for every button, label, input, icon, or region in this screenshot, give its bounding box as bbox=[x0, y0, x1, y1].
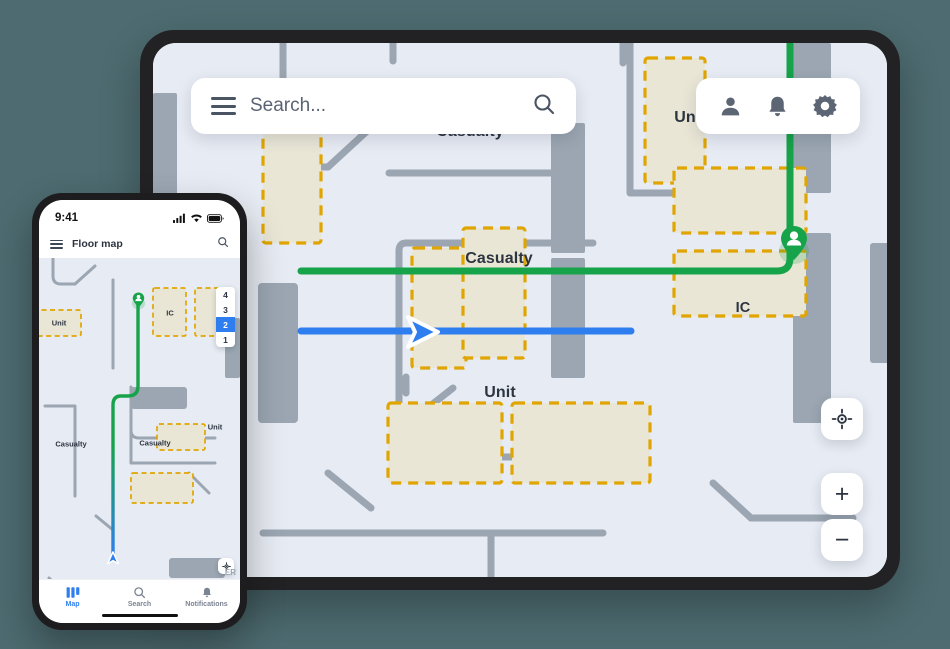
bell-icon[interactable] bbox=[765, 94, 790, 119]
floor-option-3[interactable]: 3 bbox=[216, 302, 235, 317]
nav-label: Search bbox=[127, 601, 152, 608]
room-label: Casualty bbox=[465, 250, 533, 267]
page-title: Floor map bbox=[72, 238, 123, 250]
nav-item-map[interactable]: Map bbox=[39, 586, 106, 608]
phone-device: 9:41 Floor map Unit IC Casualty Casualty… bbox=[32, 193, 247, 630]
room-label: Casualty bbox=[139, 438, 171, 448]
phone-screen: 9:41 Floor map Unit IC Casualty Casualty… bbox=[39, 200, 240, 623]
plus-icon: + bbox=[834, 479, 850, 508]
minus-icon: − bbox=[834, 525, 850, 554]
magnifier-icon[interactable] bbox=[217, 235, 229, 253]
floor-option-2[interactable]: 2 bbox=[216, 317, 235, 332]
zoom-out-button[interactable]: − bbox=[821, 519, 863, 561]
room-label: IC bbox=[735, 300, 751, 316]
search-icon bbox=[134, 587, 146, 599]
tablet-screen: Casualty Unit Casualty Unit IC Search... bbox=[153, 43, 887, 577]
phone-status-bar: 9:41 bbox=[39, 200, 240, 230]
room-label: Unit bbox=[51, 318, 67, 328]
nav-label: Notifications bbox=[185, 601, 228, 608]
zoom-in-button[interactable]: + bbox=[821, 473, 863, 515]
search-bar[interactable]: Search... bbox=[191, 78, 576, 134]
cellular-signal-icon bbox=[173, 213, 185, 223]
hamburger-icon[interactable] bbox=[50, 239, 63, 249]
nav-label: Map bbox=[65, 601, 80, 608]
home-indicator bbox=[101, 613, 178, 617]
status-time: 9:41 bbox=[55, 212, 79, 224]
top-actions-bar bbox=[696, 78, 860, 134]
bell-icon bbox=[202, 587, 211, 598]
locate-button[interactable] bbox=[821, 398, 863, 440]
person-pin-icon[interactable] bbox=[131, 290, 146, 310]
navigation-arrow-icon[interactable] bbox=[402, 311, 444, 353]
gear-icon[interactable] bbox=[812, 93, 838, 119]
search-input-placeholder[interactable]: Search... bbox=[250, 95, 518, 117]
er-zone-label: ER bbox=[224, 568, 236, 577]
floor-selector[interactable]: 4 3 2 1 bbox=[216, 287, 235, 347]
person-pin-icon[interactable] bbox=[777, 221, 811, 265]
person-icon[interactable] bbox=[718, 94, 743, 119]
room-label: Unit bbox=[207, 422, 223, 432]
magnifier-icon[interactable] bbox=[532, 92, 556, 121]
status-icons bbox=[173, 213, 224, 223]
room-label: Unit bbox=[484, 384, 516, 401]
floor-option-1[interactable]: 1 bbox=[216, 332, 235, 347]
tablet-device: Casualty Unit Casualty Unit IC Search... bbox=[140, 30, 900, 590]
phone-app-bar: Floor map bbox=[39, 230, 240, 258]
map-icon bbox=[66, 587, 79, 598]
nav-item-search[interactable]: Search bbox=[106, 586, 173, 608]
hamburger-icon[interactable] bbox=[211, 97, 236, 115]
room-label: IC bbox=[166, 308, 174, 318]
wifi-icon bbox=[191, 214, 202, 223]
phone-bottom-nav: Map Search Notifications bbox=[39, 579, 240, 623]
room-label: Casualty bbox=[55, 439, 87, 449]
nav-item-notifications[interactable]: Notifications bbox=[173, 586, 240, 608]
navigation-arrow-icon[interactable] bbox=[105, 550, 121, 566]
phone-floorplan[interactable]: Unit IC Casualty Casualty Unit 4 3 2 1 + bbox=[39, 258, 240, 579]
floor-option-4[interactable]: 4 bbox=[216, 287, 235, 302]
battery-icon bbox=[207, 213, 224, 223]
